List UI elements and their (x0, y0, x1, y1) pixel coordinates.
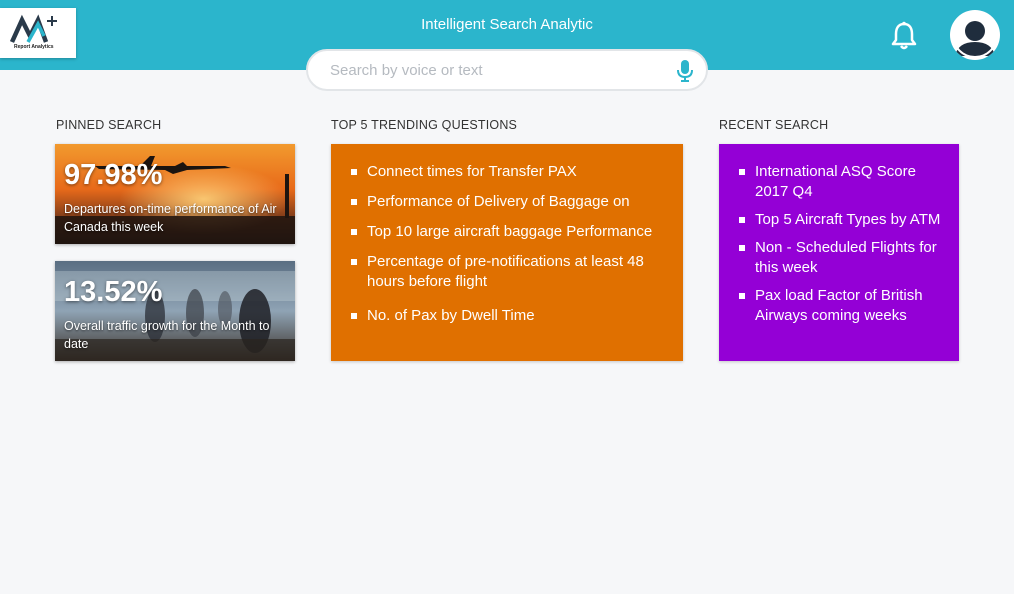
trending-questions-list: Connect times for Transfer PAX Performan… (331, 144, 683, 326)
pinned-card[interactable]: 97.98% Departures on-time performance of… (55, 144, 295, 244)
recent-search-heading: RECENT SEARCH (719, 118, 829, 132)
user-avatar-icon[interactable] (950, 10, 1000, 60)
search-input[interactable] (330, 60, 660, 80)
trending-question-item[interactable]: No. of Pax by Dwell Time (349, 306, 665, 326)
app-title: Intelligent Search Analytic (421, 16, 593, 33)
recent-search-panel: International ASQ Score 2017 Q4 Top 5 Ai… (719, 144, 959, 361)
recent-search-item[interactable]: Top 5 Aircraft Types by ATM (737, 210, 941, 230)
pinned-card-description: Overall traffic growth for the Month to … (64, 319, 270, 351)
recent-search-item[interactable]: International ASQ Score 2017 Q4 (737, 162, 941, 202)
trending-question-item[interactable]: Performance of Delivery of Baggage on (349, 192, 665, 212)
recent-search-item[interactable]: Non - Scheduled Flights for this week (737, 238, 941, 278)
recent-search-item[interactable]: Pax load Factor of British Airways comin… (737, 286, 941, 326)
trending-question-item[interactable]: Connect times for Transfer PAX (349, 162, 665, 182)
recent-search-list: International ASQ Score 2017 Q4 Top 5 Ai… (719, 144, 959, 326)
trending-question-item[interactable]: Top 10 large aircraft baggage Performanc… (349, 222, 665, 242)
trending-question-item[interactable]: Percentage of pre-notifications at least… (349, 252, 665, 292)
notification-bell-icon[interactable] (890, 21, 918, 51)
trending-questions-panel: Connect times for Transfer PAX Performan… (331, 144, 683, 361)
pinned-card[interactable]: 13.52% Overall traffic growth for the Mo… (55, 261, 295, 361)
pinned-card-value: 13.52% (64, 276, 163, 308)
pinned-card-description: Departures on-time performance of Air Ca… (64, 202, 277, 234)
logo-subtitle: Report Analytics (14, 44, 54, 50)
search-bar (306, 49, 708, 91)
trending-questions-heading: TOP 5 TRENDING QUESTIONS (331, 118, 518, 132)
pinned-search-heading: PINNED SEARCH (56, 118, 162, 132)
microphone-icon[interactable] (676, 59, 694, 83)
pinned-card-value: 97.98% (64, 159, 163, 191)
